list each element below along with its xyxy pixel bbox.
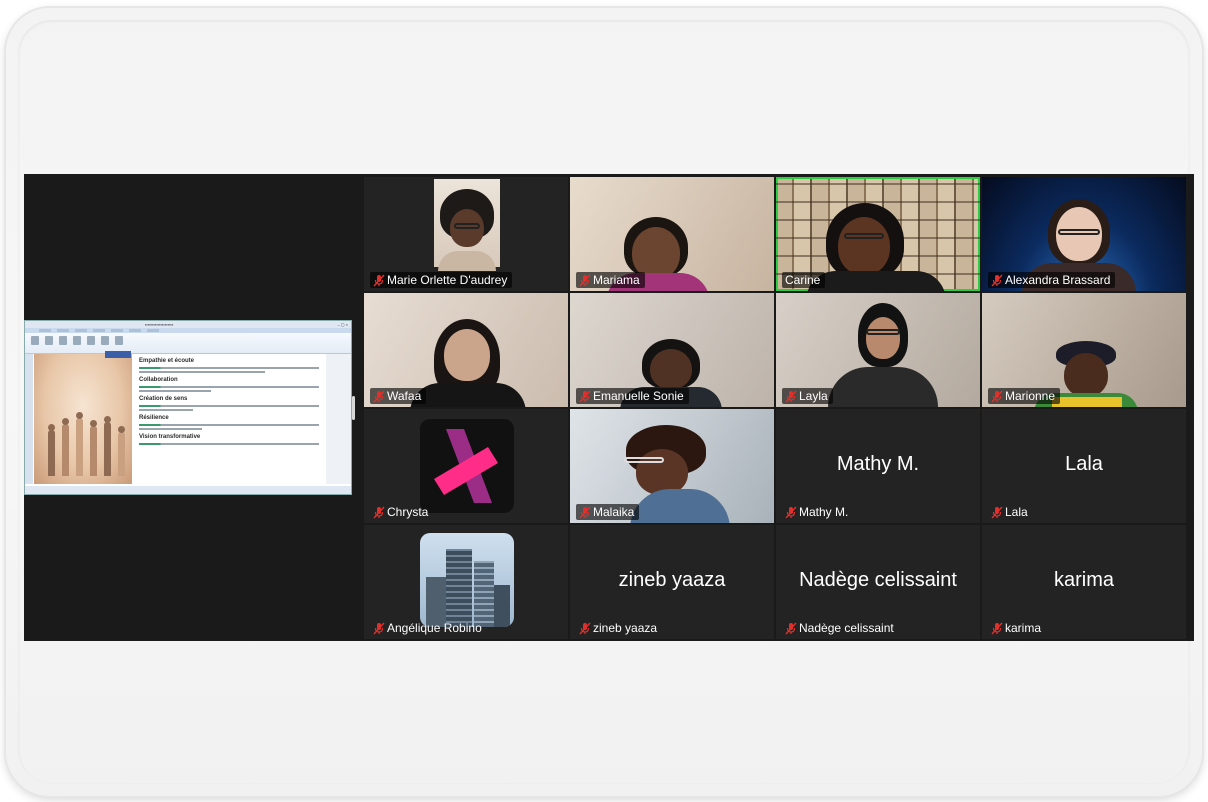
- mic-muted-icon: [991, 274, 1003, 287]
- participant-tile[interactable]: Malaika: [570, 409, 774, 523]
- mic-muted-icon: [991, 622, 1003, 635]
- mic-muted-icon: [373, 622, 385, 635]
- participant-name-label: Chrysta: [370, 504, 433, 520]
- participant-tile[interactable]: Layla: [776, 293, 980, 407]
- participant-name-label: Emanuelle Sonie: [576, 388, 689, 404]
- mic-muted-icon: [579, 390, 591, 403]
- participant-name-label: Nadège celissaint: [782, 620, 899, 636]
- participant-tile[interactable]: Angélique Robino: [364, 525, 568, 639]
- participant-name-label: Marie Orlette D'audrey: [370, 272, 513, 288]
- participant-tile-video-off[interactable]: Lala Lala: [982, 409, 1186, 523]
- shared-scrollbar: [326, 354, 351, 484]
- participant-tile-video-off[interactable]: Nadège celissaint Nadège celissaint: [776, 525, 980, 639]
- shared-dropdown-popup: [105, 351, 131, 358]
- participant-name-label: Malaika: [576, 504, 640, 520]
- participant-name-label: Marionne: [988, 388, 1061, 404]
- participant-tile[interactable]: Mariama: [570, 177, 774, 291]
- mic-muted-icon: [373, 506, 385, 519]
- participant-tile[interactable]: Marionne: [982, 293, 1186, 407]
- shared-thumbnail-pane: [25, 354, 33, 484]
- participant-tile-video-off[interactable]: karima karima: [982, 525, 1186, 639]
- participant-photo: [434, 179, 500, 271]
- doc-heading: Vision transformative: [139, 434, 201, 440]
- avatar-logo: [420, 419, 514, 513]
- shared-statusbar: [25, 486, 351, 494]
- mic-muted-icon: [991, 390, 1003, 403]
- participant-display-name: Lala: [1065, 453, 1103, 475]
- shared-ribbon: [25, 333, 351, 354]
- mic-muted-icon: [579, 622, 591, 635]
- participant-tile-active-speaker[interactable]: Carine: [776, 177, 980, 291]
- participant-name-label: Mathy M.: [782, 504, 853, 520]
- meeting-window: ▪▪▪▪▪▪▪▪▪▪▪▪▪▪▪▪▪▪▪▪ – ▢ × Empathie et éc…: [24, 174, 1194, 641]
- participant-tile[interactable]: Emanuelle Sonie: [570, 293, 774, 407]
- mic-muted-icon: [373, 390, 385, 403]
- split-resize-handle[interactable]: [352, 396, 355, 420]
- participant-display-name: zineb yaaza: [618, 569, 726, 591]
- participant-tile[interactable]: Chrysta: [364, 409, 568, 523]
- participant-name-label: Carine: [782, 272, 826, 288]
- doc-heading: Résilience: [139, 415, 169, 421]
- participant-name-label: karima: [988, 620, 1046, 636]
- mic-muted-icon: [579, 506, 591, 519]
- participant-name-label: Alexandra Brassard: [988, 272, 1116, 288]
- participant-name-label: zineb yaaza: [576, 620, 662, 636]
- doc-heading: Collaboration: [139, 377, 178, 383]
- screen-share-view[interactable]: ▪▪▪▪▪▪▪▪▪▪▪▪▪▪▪▪▪▪▪▪ – ▢ × Empathie et éc…: [24, 320, 352, 495]
- participant-name-label: Mariama: [576, 272, 645, 288]
- participant-name-label: Layla: [782, 388, 833, 404]
- mic-muted-icon: [785, 506, 797, 519]
- doc-heading: Empathie et écoute: [139, 358, 195, 364]
- participant-name-label: Lala: [988, 504, 1033, 520]
- participant-display-name: karima: [1053, 569, 1114, 591]
- participant-tile-video-off[interactable]: Mathy M. Mathy M.: [776, 409, 980, 523]
- doc-heading: Création de sens: [139, 396, 188, 402]
- participant-display-name: Nadège celissaint: [799, 569, 957, 591]
- mic-muted-icon: [579, 274, 591, 287]
- participant-name-label: Wafaa: [370, 388, 427, 404]
- shared-illustration: [34, 354, 132, 484]
- participant-tile[interactable]: Wafaa: [364, 293, 568, 407]
- participant-tile[interactable]: Marie Orlette D'audrey: [364, 177, 568, 291]
- shared-window-titlebar: ▪▪▪▪▪▪▪▪▪▪▪▪▪▪▪▪▪▪▪▪ – ▢ ×: [25, 321, 351, 328]
- mic-muted-icon: [373, 274, 385, 287]
- participant-name-label: Angélique Robino: [370, 620, 487, 636]
- mic-muted-icon: [785, 390, 797, 403]
- mic-muted-icon: [991, 506, 1003, 519]
- participant-tile-video-off[interactable]: zineb yaaza zineb yaaza: [570, 525, 774, 639]
- participant-tile[interactable]: Alexandra Brassard: [982, 177, 1186, 291]
- participant-display-name: Mathy M.: [836, 453, 920, 475]
- shared-document-body: Empathie et écoute Collaboration Créatio…: [135, 354, 323, 484]
- avatar-buildings: [420, 533, 514, 627]
- mic-muted-icon: [785, 622, 797, 635]
